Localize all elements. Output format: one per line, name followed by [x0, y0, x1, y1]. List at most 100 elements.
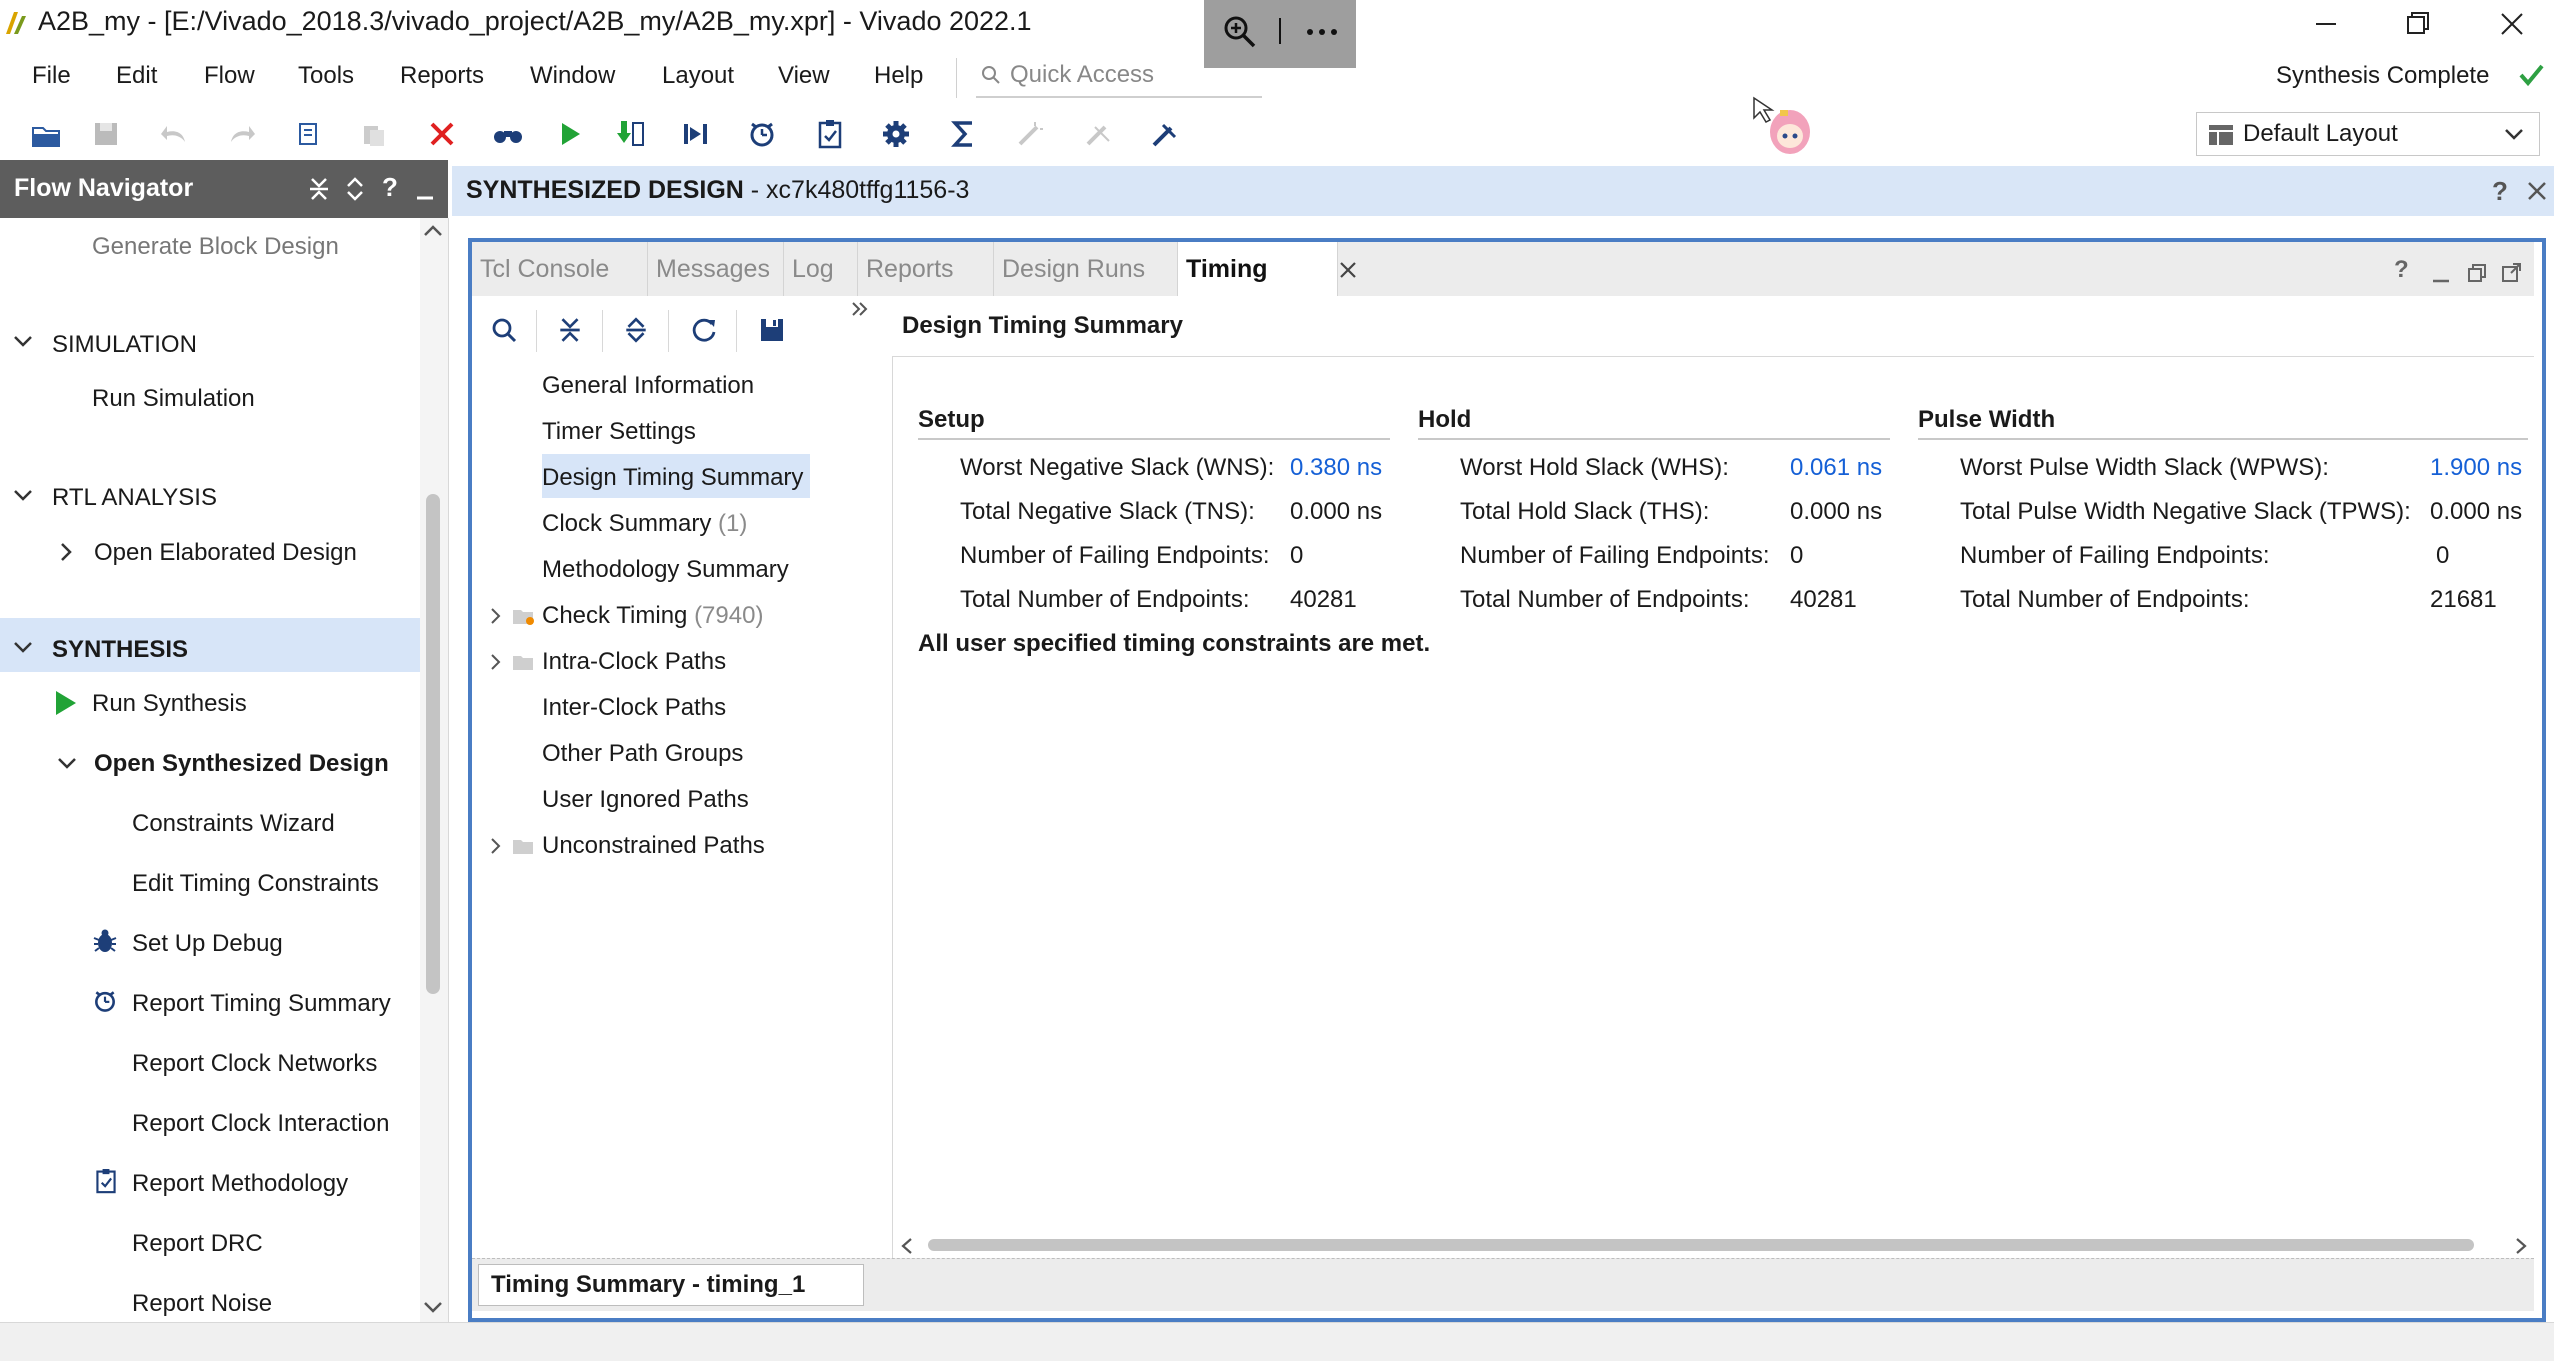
menu-edit[interactable]: Edit [116, 62, 157, 90]
minimize-panel-icon[interactable] [414, 176, 436, 202]
tree-item-timer-settings[interactable]: Timer Settings [542, 418, 696, 446]
nav-report-drc[interactable]: Report DRC [132, 1230, 263, 1258]
settings-gear-icon[interactable] [878, 116, 914, 152]
menu-tools[interactable]: Tools [298, 62, 354, 90]
nav-report-timing-summary[interactable]: Report Timing Summary [132, 990, 391, 1018]
menu-reports[interactable]: Reports [400, 62, 484, 90]
wand-icon [1012, 116, 1048, 152]
close-icon[interactable] [2490, 4, 2534, 44]
close-icon[interactable] [2526, 180, 2548, 202]
tree-item-other-path-groups[interactable]: Other Path Groups [542, 740, 743, 768]
nav-edit-timing-constraints[interactable]: Edit Timing Constraints [132, 870, 379, 898]
search-icon[interactable] [486, 312, 522, 348]
menu-file[interactable]: File [32, 62, 71, 90]
scroll-left-icon[interactable] [898, 1236, 916, 1256]
nav-run-simulation[interactable]: Run Simulation [92, 385, 255, 413]
tree-item-intra-clock-paths[interactable]: Intra-Clock Paths [542, 648, 726, 676]
tab-close-icon[interactable] [1338, 260, 1358, 280]
nav-section-synthesis[interactable]: SYNTHESIS [52, 636, 188, 664]
step-icon[interactable] [678, 116, 714, 152]
nav-run-synthesis[interactable]: Run Synthesis [92, 690, 247, 718]
nav-open-elaborated-design[interactable]: Open Elaborated Design [94, 539, 357, 567]
nav-section-rtl-analysis[interactable]: RTL ANALYSIS [52, 484, 217, 512]
menu-flow[interactable]: Flow [204, 62, 255, 90]
tree-item-unconstrained-paths[interactable]: Unconstrained Paths [542, 832, 765, 860]
float-panel-icon[interactable] [2500, 262, 2522, 284]
tree-item-inter-clock-paths[interactable]: Inter-Clock Paths [542, 694, 726, 722]
flow-navigator-scroll-thumb[interactable] [426, 494, 440, 994]
nav-report-clock-networks[interactable]: Report Clock Networks [132, 1050, 377, 1078]
scroll-down-icon[interactable] [422, 1300, 444, 1316]
quick-access[interactable] [976, 56, 1262, 98]
collapse-all-icon[interactable] [308, 176, 330, 202]
help-icon[interactable]: ? [2492, 176, 2508, 207]
program-download-icon[interactable] [612, 116, 648, 152]
quick-access-input[interactable] [1008, 60, 1252, 90]
tree-item-clock-summary[interactable]: Clock Summary (1) [542, 510, 747, 538]
nav-set-up-debug[interactable]: Set Up Debug [132, 930, 283, 958]
run-icon[interactable] [552, 116, 588, 152]
scroll-right-icon[interactable] [2512, 1236, 2530, 1256]
zoom-in-icon[interactable] [1222, 14, 1258, 50]
delete-icon[interactable] [424, 116, 460, 152]
wpws-value-link[interactable]: 1.900 ns [2430, 454, 2522, 482]
chevron-right-icon[interactable] [488, 606, 504, 626]
overflow-chevron-icon[interactable] [850, 300, 870, 320]
expand-all-icon[interactable] [344, 176, 366, 202]
scroll-up-icon[interactable] [422, 222, 444, 238]
minimize-panel-icon[interactable] [2430, 262, 2452, 284]
tab-reports[interactable]: Reports [858, 242, 994, 296]
nav-constraints-wizard[interactable]: Constraints Wizard [132, 810, 335, 838]
tree-item-methodology-summary[interactable]: Methodology Summary [542, 556, 789, 584]
tab-timing[interactable]: Timing [1178, 242, 1338, 296]
find-icon[interactable] [490, 116, 526, 152]
chevron-right-icon[interactable] [488, 836, 504, 856]
restore-icon[interactable] [2396, 4, 2440, 44]
tree-item-user-ignored-paths[interactable]: User Ignored Paths [542, 786, 749, 814]
report-checklist-icon[interactable] [812, 116, 848, 152]
tab-design-runs[interactable]: Design Runs [994, 242, 1178, 296]
tree-item-design-timing-summary[interactable]: Design Timing Summary [542, 464, 803, 492]
chevron-down-icon[interactable] [56, 756, 78, 772]
help-icon[interactable]: ? [382, 172, 398, 203]
restore-panel-icon[interactable] [2466, 262, 2488, 284]
refresh-icon[interactable] [686, 312, 722, 348]
menu-window[interactable]: Window [530, 62, 615, 90]
menu-help[interactable]: Help [874, 62, 923, 90]
chevron-down-icon[interactable] [12, 334, 34, 350]
search-icon [980, 64, 1002, 86]
chevron-down-icon[interactable] [12, 488, 34, 504]
nav-section-simulation[interactable]: SIMULATION [52, 331, 197, 359]
chevron-right-icon[interactable] [488, 652, 504, 672]
timer-icon[interactable] [744, 116, 780, 152]
tab-log[interactable]: Log [784, 242, 858, 296]
tree-item-check-timing[interactable]: Check Timing (7940) [542, 602, 763, 630]
more-icon[interactable] [1304, 20, 1340, 44]
minimize-icon[interactable] [2304, 4, 2348, 44]
copy-icon[interactable] [290, 116, 326, 152]
tab-tcl-console[interactable]: Tcl Console [472, 242, 648, 296]
wns-value-link[interactable]: 0.380 ns [1290, 454, 1382, 482]
collapse-all-icon[interactable] [552, 312, 588, 348]
report-tab-timing-summary[interactable]: Timing Summary - timing_1 [478, 1264, 864, 1306]
chevron-down-icon[interactable] [12, 640, 34, 656]
tab-messages[interactable]: Messages [648, 242, 784, 296]
nav-report-clock-interaction[interactable]: Report Clock Interaction [132, 1110, 389, 1138]
expand-all-icon[interactable] [618, 312, 654, 348]
debug-probe-icon[interactable] [1146, 116, 1182, 152]
chevron-right-icon[interactable] [58, 541, 74, 563]
nav-generate-block-design[interactable]: Generate Block Design [92, 233, 339, 261]
menu-layout[interactable]: Layout [662, 62, 734, 90]
nav-report-noise[interactable]: Report Noise [132, 1290, 272, 1318]
nav-open-synthesized-design[interactable]: Open Synthesized Design [94, 750, 389, 778]
save-icon[interactable] [754, 312, 790, 348]
layout-dropdown[interactable]: Default Layout [2196, 112, 2540, 156]
content-hscroll-thumb[interactable] [928, 1239, 2474, 1251]
tree-item-general-information[interactable]: General Information [542, 372, 754, 400]
menu-view[interactable]: View [778, 62, 830, 90]
sigma-icon[interactable] [946, 116, 982, 152]
open-project-icon[interactable] [28, 116, 64, 152]
nav-report-methodology[interactable]: Report Methodology [132, 1170, 348, 1198]
help-icon[interactable]: ? [2394, 256, 2409, 284]
whs-value-link[interactable]: 0.061 ns [1790, 454, 1882, 482]
